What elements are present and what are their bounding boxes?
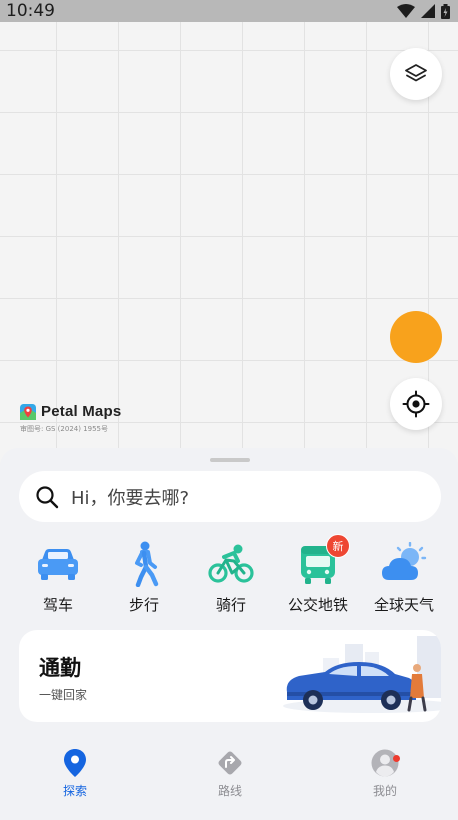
tab-label: 我的 bbox=[372, 784, 397, 798]
new-badge: 新 bbox=[326, 534, 350, 558]
map-approval-number: 审图号: GS (2024) 1955号 bbox=[20, 425, 108, 433]
mode-label: 驾车 bbox=[42, 596, 73, 614]
mode-label: 骑行 bbox=[215, 596, 246, 614]
locate-icon bbox=[402, 390, 430, 418]
tab-label: 路线 bbox=[217, 784, 242, 798]
commute-card[interactable]: 通勤 一键回家 bbox=[19, 630, 441, 722]
bottom-tab-bar: 探索 路线 我的 bbox=[0, 748, 458, 820]
mode-label: 公交地铁 bbox=[287, 596, 348, 614]
battery-icon bbox=[441, 3, 450, 19]
commute-car-illustration bbox=[283, 636, 441, 713]
status-bar: 10:49 bbox=[0, 0, 458, 22]
status-icons bbox=[397, 3, 450, 19]
sheet-drag-handle[interactable] bbox=[210, 458, 250, 462]
floating-orange-button[interactable] bbox=[390, 311, 442, 363]
tab-route[interactable]: 路线 bbox=[180, 748, 280, 799]
mode-transit[interactable]: 新 公交地铁 bbox=[274, 534, 362, 615]
tab-me[interactable]: 我的 bbox=[335, 748, 435, 799]
tab-label: 探索 bbox=[62, 784, 87, 798]
mode-weather[interactable]: 全球天气 bbox=[360, 540, 448, 615]
status-time: 10:49 bbox=[6, 1, 55, 21]
layers-icon bbox=[405, 64, 427, 82]
mode-label: 全球天气 bbox=[373, 596, 434, 614]
travel-modes: 驾车 步行 骑行 新 公交地铁 全球天气 bbox=[0, 534, 458, 620]
mode-walk[interactable]: 步行 bbox=[100, 540, 188, 615]
map-view[interactable] bbox=[0, 22, 458, 462]
tab-explore[interactable]: 探索 bbox=[25, 748, 125, 799]
route-icon bbox=[218, 751, 242, 775]
petal-maps-logo: Petal Maps bbox=[20, 403, 121, 420]
wifi-icon bbox=[397, 4, 415, 18]
commute-subtitle: 一键回家 bbox=[39, 688, 88, 702]
walk-icon bbox=[135, 541, 159, 587]
bike-icon bbox=[208, 544, 254, 583]
search-icon bbox=[36, 485, 59, 508]
mode-bike[interactable]: 骑行 bbox=[187, 540, 275, 615]
mode-drive[interactable]: 驾车 bbox=[14, 540, 102, 615]
my-location-button[interactable] bbox=[390, 378, 442, 430]
search-placeholder: Hi，你要去哪? bbox=[71, 487, 190, 509]
avatar-icon bbox=[371, 749, 399, 777]
mode-label: 步行 bbox=[128, 596, 159, 614]
location-pin-icon bbox=[64, 749, 86, 777]
signal-icon bbox=[421, 4, 435, 18]
brand-name: Petal Maps bbox=[41, 403, 122, 420]
weather-icon bbox=[382, 542, 427, 580]
commute-title: 通勤 bbox=[39, 656, 81, 680]
car-icon bbox=[38, 549, 78, 580]
bottom-sheet: Hi，你要去哪? 驾车 步行 骑行 新 公交地铁 全球天气 通勤 一键回家 探索… bbox=[0, 448, 458, 820]
petal-maps-pin-icon bbox=[20, 403, 36, 420]
map-layers-button[interactable] bbox=[390, 48, 442, 100]
notification-dot bbox=[393, 755, 400, 762]
search-bar[interactable]: Hi，你要去哪? bbox=[19, 471, 441, 522]
